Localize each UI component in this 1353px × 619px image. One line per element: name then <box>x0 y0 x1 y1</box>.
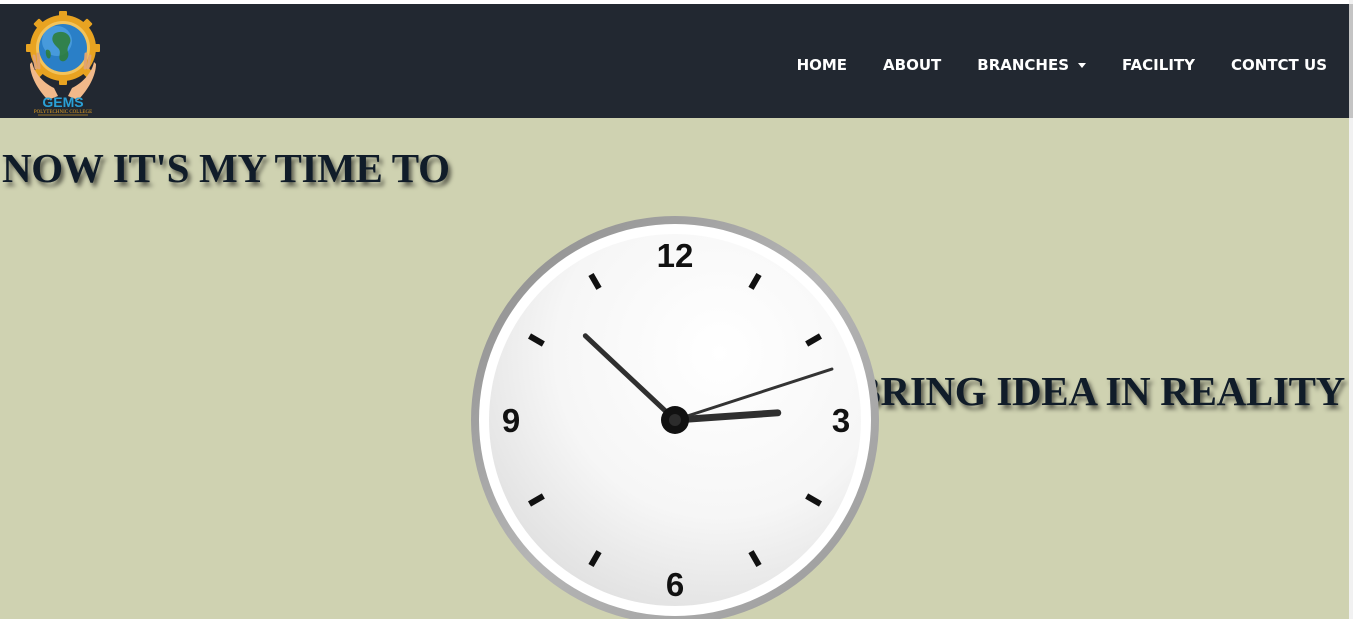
nav-about[interactable]: ABOUT <box>883 56 941 74</box>
clock-numeral-12: 12 <box>657 237 694 274</box>
analog-clock-icon: 12 3 6 9 <box>471 216 879 619</box>
clock-numeral-6: 6 <box>666 566 684 603</box>
globe-icon <box>39 24 87 72</box>
nav-home[interactable]: HOME <box>797 56 847 74</box>
clock-numeral-3: 3 <box>832 402 850 439</box>
scrollbar-thumb[interactable] <box>1349 4 1353 118</box>
nav-branches-label[interactable]: BRANCHES <box>977 56 1069 74</box>
nav-contact-us[interactable]: CONTCT US <box>1231 56 1327 74</box>
caret-down-icon[interactable] <box>1078 63 1087 68</box>
nav-contact-label[interactable]: CONTCT US <box>1231 56 1327 74</box>
page: GEMS POLYTECHNIC COLLEGE HOME ABOUT BRAN… <box>0 0 1353 619</box>
clock-numeral-9: 9 <box>502 402 520 439</box>
logo-text: GEMS <box>42 94 83 110</box>
logo-emblem: GEMS POLYTECHNIC COLLEGE <box>26 11 100 116</box>
clock-center-pin <box>669 414 681 426</box>
logo-subtext: POLYTECHNIC COLLEGE <box>34 110 92 115</box>
hero-headline-right: BRING IDEA IN REALITY <box>853 368 1345 414</box>
nav-home-label[interactable]: HOME <box>797 56 847 74</box>
navbar: GEMS POLYTECHNIC COLLEGE HOME ABOUT BRAN… <box>0 4 1349 118</box>
nav-branches-dropdown[interactable]: BRANCHES <box>977 56 1087 74</box>
nav-facility-label[interactable]: FACILITY <box>1122 56 1195 74</box>
hero-headline-left: NOW IT'S MY TIME TO <box>2 145 450 191</box>
scrollbar[interactable] <box>1349 0 1353 619</box>
nav-facility[interactable]: FACILITY <box>1122 56 1195 74</box>
college-logo[interactable]: GEMS POLYTECHNIC COLLEGE <box>24 10 104 116</box>
main-nav: HOME ABOUT BRANCHES FACILITY CONTCT US <box>761 8 1327 122</box>
nav-about-label[interactable]: ABOUT <box>883 56 941 74</box>
hero-section: NOW IT'S MY TIME TO BRING IDEA IN REALIT… <box>0 118 1349 619</box>
